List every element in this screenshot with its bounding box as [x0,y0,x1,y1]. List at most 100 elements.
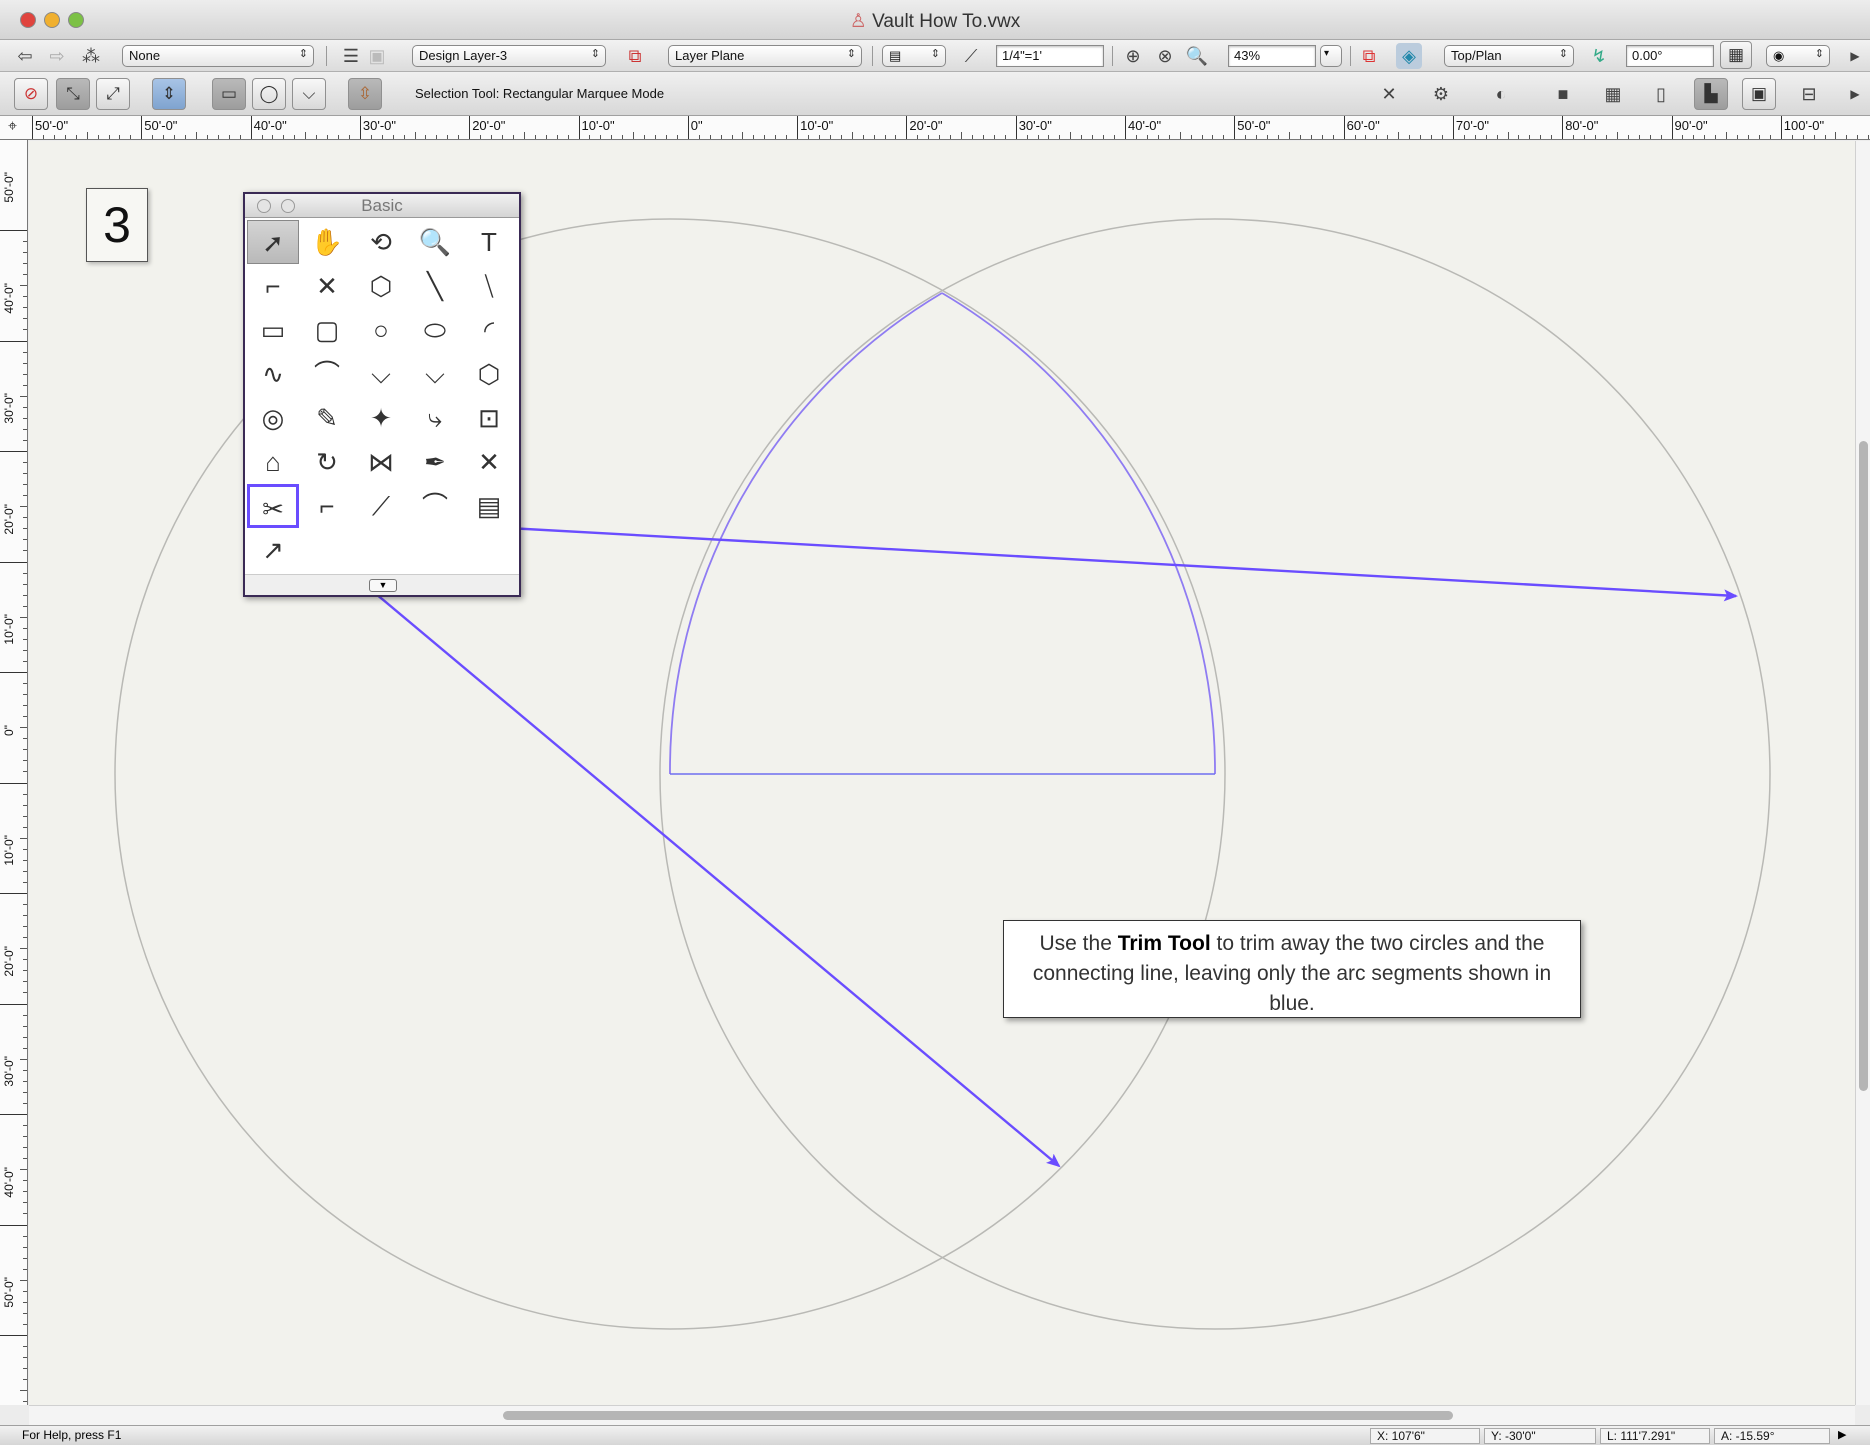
palette-collapse-button[interactable] [281,199,295,213]
scale-field[interactable]: 1/4"=1' [996,45,1104,67]
ruler-v-minor-tick [23,329,27,331]
oval-tool[interactable]: ⬭ [409,308,461,352]
statusbar-arrow-icon[interactable]: ▶ [1838,1428,1846,1441]
arc-tool[interactable]: ◜ [463,308,515,352]
vertical-scroll-thumb[interactable] [1859,441,1868,1091]
working-plane-icon[interactable]: ⧉ [622,43,648,69]
planar-view-icon[interactable]: ◈ [1396,43,1422,69]
chamfer-tool[interactable]: ⟋ [355,484,407,528]
polyline-tool[interactable]: ⌒ [301,352,353,396]
layer-options-icon[interactable]: ▣ [364,43,390,69]
palette-titlebar[interactable]: Basic [245,194,519,218]
toolbar-overflow-icon[interactable]: ▶ [1842,43,1868,69]
horizontal-scroll-thumb[interactable] [503,1411,1453,1420]
page-icon[interactable]: ▯ [1648,81,1674,107]
palette-expand-icon[interactable]: ▼ [369,579,397,592]
ruler-v-tick [0,782,27,784]
left-blue-arc[interactable] [669,292,943,775]
offset-tool[interactable]: ⌂ [247,440,299,484]
settings-gear-icon[interactable]: ⚙ [1428,81,1454,107]
rotate-tool[interactable]: ↻ [301,440,353,484]
circle-tool[interactable]: ○ [355,308,407,352]
freehand-tool[interactable]: ∿ [247,352,299,396]
selection-tool[interactable]: ➚ [247,220,299,264]
horizontal-scrollbar[interactable] [29,1405,1855,1425]
rulers-button[interactable]: ▙ [1694,78,1728,110]
polygon-marquee-mode-button[interactable]: ⌵ [292,78,326,110]
single-object-mode-button[interactable]: ⤡ [56,78,90,110]
disable-snap-mode-button[interactable]: ⊘ [14,78,48,110]
ruler-h-minor-tick [185,135,187,139]
ruler-origin-icon[interactable]: ⌖ [8,118,17,136]
ruler-h-minor-tick [961,132,963,139]
vertical-scrollbar[interactable] [1855,141,1870,1405]
page-setup-popup[interactable]: ▤ ⇕ [882,45,946,67]
zoom-tool[interactable]: 🔍 [409,220,461,264]
ruler-h-minor-tick [327,135,329,139]
ruler-v-minor-tick [23,417,27,419]
magic-wand-tool[interactable]: ✦ [355,396,407,440]
rectangular-marquee-mode-button[interactable]: ▭ [212,78,246,110]
interactive-scale-mode-button[interactable]: ⇕ [152,78,186,110]
resize-mode-button[interactable]: ⇳ [348,78,382,110]
locus-tool[interactable]: ✕ [301,264,353,308]
spiral-tool[interactable]: ◎ [247,396,299,440]
reshape-tool[interactable]: ⊡ [463,396,515,440]
plane-popup[interactable]: Layer Plane ⇕ [668,45,862,67]
layer-popup[interactable]: Design Layer-3 ⇕ [412,45,606,67]
scale-ruler-icon[interactable]: ⟋ [958,43,984,69]
class-popup[interactable]: None ⇕ [122,45,314,67]
callout-tool[interactable]: ⌐ [247,264,299,308]
double-line-polygon-tool[interactable]: ⌵ [409,352,461,396]
line-tool[interactable]: ╲ [409,264,461,308]
zoom-objects-icon[interactable]: ⊗ [1152,43,1178,69]
snap-settings-icon[interactable]: ◐ [1488,81,1514,107]
split-tool[interactable]: ✒ [409,440,461,484]
multiple-object-mode-button[interactable]: ⤢ [96,78,130,110]
trim-tool[interactable]: ✂ [247,484,299,528]
magnifier-icon[interactable]: 🔍 [1184,43,1210,69]
layers-icon[interactable]: ☰ [338,43,364,69]
render-popup[interactable]: ◉ ⇕ [1766,45,1830,67]
fillet-tool[interactable]: ⌐ [301,484,353,528]
zoom-fit-icon[interactable]: ⊕ [1120,43,1146,69]
render-mode-button[interactable]: ▦ [1720,41,1752,69]
lasso-marquee-mode-button[interactable]: ◯ [252,78,286,110]
connect-combine-tool[interactable]: ✕ [463,440,515,484]
view-popup[interactable]: Top/Plan ⇕ [1444,45,1574,67]
sheet-layers-button[interactable]: ▣ [1742,78,1776,110]
right-blue-arc[interactable] [941,292,1216,775]
flyover-tool[interactable]: ⟲ [355,220,407,264]
modebar-overflow-icon[interactable]: ▶ [1842,81,1868,107]
double-line-tool[interactable]: ⧹ [463,264,515,308]
pan-tool[interactable]: ✋ [301,220,353,264]
text-tool[interactable]: T [463,220,515,264]
move-by-points-tool[interactable]: ↗ [247,528,299,572]
grid-icon[interactable]: ▦ [1600,81,1626,107]
forward-arrow-icon[interactable]: ⇨ [44,43,70,69]
ruler-h-minor-tick [130,135,132,139]
rounded-rectangle-tool[interactable]: ▢ [301,308,353,352]
regular-polygon-tool[interactable]: ⬡ [463,352,515,396]
eyedropper-tool[interactable]: ✎ [301,396,353,440]
attributes-icon[interactable]: ■ [1550,81,1576,107]
zoom-field[interactable]: 43% [1228,45,1316,67]
visibility-tool[interactable]: ⤷ [409,396,461,440]
polygon-tool[interactable]: ⌵ [355,352,407,396]
eraser-tool[interactable]: ▤ [463,484,515,528]
mirror-tool[interactable]: ⋈ [355,440,407,484]
zoom-dropdown-button[interactable]: ▾ [1320,45,1342,67]
class-hierarchy-icon[interactable]: ⁂ [78,43,104,69]
back-arrow-icon[interactable]: ⇦ [12,43,38,69]
flip-view-icon[interactable]: ⧉ [1356,43,1382,69]
3d-locus-tool[interactable]: ⬡ [355,264,407,308]
clip-tool[interactable]: ⌒ [409,484,461,528]
workgroup-folder-icon[interactable]: ⊟ [1796,81,1822,107]
rectangle-tool[interactable]: ▭ [247,308,299,352]
basic-tool-palette: Basic ➚ ✋ ⟲ 🔍 T ⌐ ✕ ⬡ ╲ ⧹ ▭ ▢ ○ ⬭ ◜ ∿ ⌒ ⌵ ⌵ ⬡ ◎ ✎ ✦ ⤷ ⊡ ⌂ ↻ ⋈ ✒ ✕ ✂ ⌐ ⟋ ⌒… [243,192,521,597]
rotation-field[interactable]: 0.00° [1626,45,1714,67]
rotate-plan-icon[interactable]: ↯ [1586,43,1612,69]
palette-close-button[interactable] [257,199,271,213]
ruler-h-minor-tick [939,135,941,139]
object-info-icon[interactable]: ✕ [1376,81,1402,107]
